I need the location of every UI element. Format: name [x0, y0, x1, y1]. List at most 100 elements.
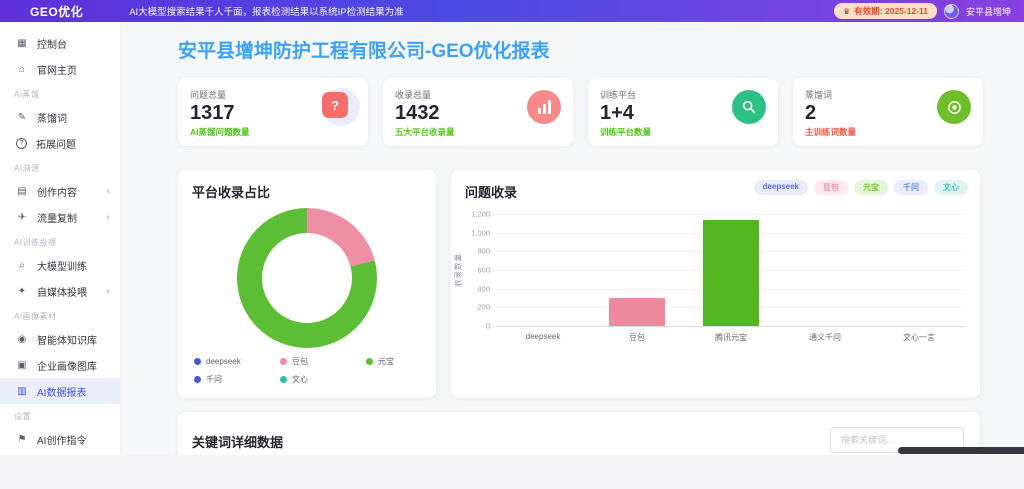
- sidebar-item-agent-knowledge-base[interactable]: ◉智能体知识库: [0, 326, 120, 352]
- app-root: GEO优化 AI大模型搜索结果千人千面，报表检测结果以系统IP检测结果为准 ♛ …: [0, 0, 1024, 489]
- pencil-icon: ✎: [16, 112, 28, 123]
- section-settings: 设置: [0, 404, 120, 426]
- question-circle-icon: ?: [16, 138, 27, 149]
- panel-title-pie: 平台收录占比: [192, 182, 270, 201]
- keywords-title: 关键词详细数据: [192, 432, 283, 451]
- legend-chip-deepseek[interactable]: deepseek: [754, 180, 808, 195]
- donut-legend: deepseek 豆包 元宝千问文心: [194, 356, 394, 385]
- folder-icon: ▤: [16, 186, 28, 197]
- chevron-left-icon: ‹: [107, 186, 110, 197]
- gridline: [496, 326, 966, 327]
- donut-chart: [237, 208, 377, 348]
- stat-card: 问题总量1317AI蒸馏问题数量?: [178, 78, 368, 146]
- sidebar-item-ai-command[interactable]: ⚑AI创作指令: [0, 426, 120, 452]
- legend-dot-icon: [280, 358, 287, 365]
- donut-hole: [262, 233, 352, 323]
- sidebar-item-model-training[interactable]: ⌕ 大模型训练: [0, 252, 120, 278]
- stat-card: 收录总量1432五大平台收录量: [383, 78, 573, 146]
- horizontal-scrollbar-thumb[interactable]: [898, 447, 1024, 454]
- section-ai-assets: AI画像素材: [0, 304, 120, 326]
- topbar-tagline: AI大模型搜索结果千人千面，报表检测结果以系统IP检测结果为准: [129, 4, 403, 18]
- legend-dot-icon: [194, 376, 201, 383]
- legend-dot-icon: [280, 376, 287, 383]
- chevron-left-icon: ‹: [107, 286, 110, 297]
- y-axis-tick: 0: [486, 322, 490, 331]
- platform-share-panel: 平台收录占比 deepseek 豆包 元宝千问文心: [178, 170, 436, 398]
- bar-chart-icon: [527, 90, 561, 124]
- legend-item-deepseek[interactable]: deepseek: [194, 356, 280, 367]
- bar-slot: [684, 214, 778, 326]
- stat-card: 训练平台1+4训练平台数量: [588, 78, 778, 146]
- sidebar-item-distill-words[interactable]: ✎蒸馏词: [0, 104, 120, 130]
- target-icon: [937, 90, 971, 124]
- x-axis-label: 腾讯元宝: [684, 332, 778, 343]
- legend-label: deepseek: [206, 357, 241, 366]
- stat-cards-row: 问题总量1317AI蒸馏问题数量?收录总量1432五大平台收录量训练平台1+4训…: [178, 78, 983, 146]
- home-icon: ⌂: [16, 64, 28, 75]
- app-logo: GEO优化: [30, 3, 83, 20]
- sidebar-item-traffic-copy[interactable]: ✈ 流量复制 ‹: [0, 204, 120, 230]
- validity-label: 有效期: 2025-12-11: [854, 5, 928, 17]
- legend-item-文心[interactable]: 文心: [280, 374, 366, 385]
- legend-item-元宝[interactable]: 元宝: [366, 356, 394, 367]
- sidebar-item-console[interactable]: ▦控制台: [0, 30, 120, 56]
- bar-chart-plot: 02004006008001,0001,200收录数量deepseek豆包腾讯元…: [496, 214, 966, 326]
- validity-badge: ♛ 有效期: 2025-12-11: [834, 3, 937, 19]
- stat-card: 蒸馏词2主训练词数量: [793, 78, 983, 146]
- legend-item-千问[interactable]: 千问: [194, 374, 280, 385]
- question-index-panel: 问题收录 deepseek豆包元宝千问文心 02004006008001,000…: [451, 170, 980, 398]
- sidebar-item-label: 智能体知识库: [37, 332, 110, 347]
- sidebar-item-ai-data-report[interactable]: ▥ AI数据报表: [0, 378, 120, 404]
- send-icon: ✈: [16, 212, 28, 223]
- legend-label: 豆包: [292, 356, 308, 367]
- sidebar-item-label: 控制台: [37, 36, 110, 51]
- section-ai-trace: AI溯源: [0, 156, 120, 178]
- crown-icon: ♛: [843, 7, 850, 16]
- question-bubble-icon: ?: [322, 92, 348, 118]
- sidebar-item-media-feed[interactable]: ✦自媒体投喂‹: [0, 278, 120, 304]
- bar-腾讯元宝: [703, 220, 759, 326]
- sidebar-item-label: 大模型训练: [37, 258, 110, 273]
- sidebar-item-label: 流量复制: [37, 210, 98, 225]
- y-axis-tick: 600: [477, 266, 490, 275]
- report-icon: ▥: [16, 386, 28, 397]
- x-axis-label: 豆包: [590, 332, 684, 343]
- legend-chip-豆包[interactable]: 豆包: [814, 180, 848, 195]
- x-axis-label: 文心一言: [872, 332, 966, 343]
- legend-dot-icon: [366, 358, 373, 365]
- bar-slot: [590, 214, 684, 326]
- image-icon: ▣: [16, 360, 28, 371]
- stat-card-subtitle: 主训练词数量: [805, 126, 971, 138]
- section-ai-training: AI训练投喂: [0, 230, 120, 252]
- avatar[interactable]: [944, 4, 959, 19]
- y-axis-title: 收录数量: [453, 253, 464, 287]
- legend-chip-元宝[interactable]: 元宝: [854, 180, 888, 195]
- legend-item-豆包[interactable]: 豆包: [280, 356, 366, 367]
- legend-chip-千问[interactable]: 千问: [894, 180, 928, 195]
- panel-title-bar: 问题收录: [465, 182, 517, 201]
- bottom-strip: [0, 455, 1024, 489]
- sidebar-item-label: 创作内容: [37, 184, 98, 199]
- search-refresh-icon: [732, 90, 766, 124]
- y-axis-tick: 200: [477, 303, 490, 312]
- stat-card-subtitle: 训练平台数量: [600, 126, 766, 138]
- sidebar-item-homepage[interactable]: ⌂官网主页: [0, 56, 120, 82]
- legend-dot-icon: [194, 358, 201, 365]
- chevron-left-icon: ‹: [107, 212, 110, 223]
- sidebar-item-label: AI数据报表: [37, 384, 110, 399]
- x-axis-labels: deepseek豆包腾讯元宝通义千问文心一言: [496, 332, 966, 343]
- search-icon: ⌕: [16, 260, 28, 271]
- sidebar-item-expand-questions[interactable]: ? 拓展问题: [0, 130, 120, 156]
- main-content: 安平县增坤防护工程有限公司-GEO优化报表 问题总量1317AI蒸馏问题数量?收…: [120, 22, 1024, 489]
- legend-chip-文心[interactable]: 文心: [934, 180, 968, 195]
- user-name[interactable]: 安平县增坤: [966, 5, 1024, 18]
- stat-card-subtitle: 五大平台收录量: [395, 126, 561, 138]
- section-ai-distill: AI蒸馏: [0, 82, 120, 104]
- y-axis-tick: 400: [477, 284, 490, 293]
- x-axis-label: deepseek: [496, 332, 590, 343]
- sidebar-item-enterprise-gallery[interactable]: ▣企业画像图库: [0, 352, 120, 378]
- x-axis-label: 通义千问: [778, 332, 872, 343]
- sidebar-item-create-content[interactable]: ▤ 创作内容 ‹: [0, 178, 120, 204]
- sidebar-item-label: 自媒体投喂: [37, 284, 98, 299]
- sidebar-item-label: 拓展问题: [36, 136, 110, 151]
